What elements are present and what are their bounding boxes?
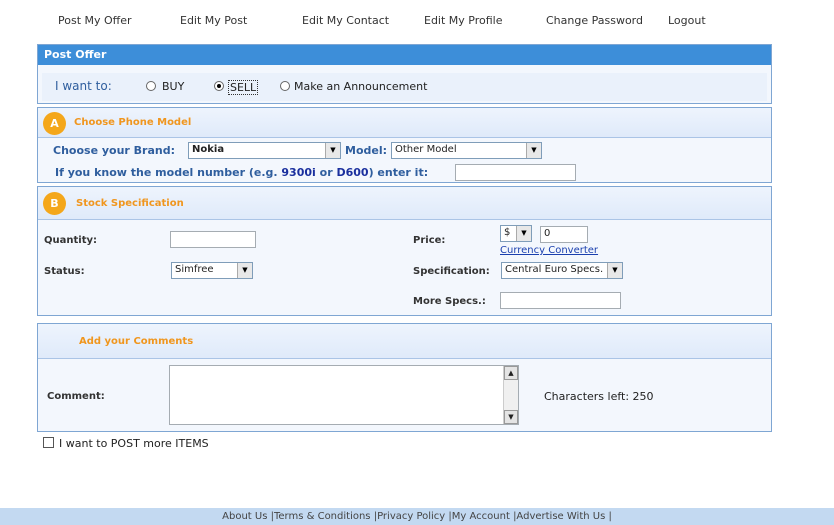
more-specs-label: More Specs.:	[413, 296, 486, 307]
post-more-label: I want to POST more ITEMS	[59, 437, 209, 450]
hint-prefix: If you know the model number (e.g.	[55, 166, 278, 179]
chevron-down-icon: ▼	[607, 263, 622, 278]
status-label: Status:	[44, 266, 85, 277]
comments-header: Add your Comments	[38, 324, 771, 359]
scroll-up-icon[interactable]: ▲	[504, 366, 518, 380]
brand-select-value: Nokia	[192, 144, 225, 155]
model-select-value: Other Model	[395, 144, 457, 155]
section-a-badge: A	[43, 112, 66, 135]
more-specs-input[interactable]	[500, 292, 621, 309]
nav-post-my-offer[interactable]: Post My Offer	[58, 14, 132, 27]
footer-privacy[interactable]: |Privacy Policy	[374, 511, 449, 522]
nav-logout[interactable]: Logout	[668, 14, 706, 27]
specification-select-value: Central Euro Specs.	[505, 264, 604, 275]
brand-select[interactable]: Nokia ▼	[188, 142, 341, 159]
hint-example-1: 9300i	[281, 166, 316, 179]
specification-select[interactable]: Central Euro Specs. ▼	[501, 262, 623, 279]
section-b-header: B Stock Specification	[38, 187, 771, 220]
section-b-title: Stock Specification	[76, 198, 184, 209]
section-a-header: A Choose Phone Model	[38, 108, 771, 138]
footer-separator: |	[608, 511, 612, 522]
scroll-down-icon[interactable]: ▼	[504, 410, 518, 424]
hint-suffix: ) enter it:	[368, 166, 429, 179]
chevron-down-icon: ▼	[526, 143, 541, 158]
radio-buy-label: BUY	[162, 80, 185, 93]
post-offer-panel: Post Offer I want to: BUY SELL Make an A…	[37, 44, 772, 104]
model-select[interactable]: Other Model ▼	[391, 142, 542, 159]
specification-label: Specification:	[413, 266, 490, 277]
chevron-down-icon: ▼	[516, 226, 531, 241]
nav-edit-my-profile[interactable]: Edit My Profile	[424, 14, 503, 27]
characters-left: Characters left: 250	[544, 390, 654, 403]
model-number-hint: If you know the model number (e.g. 9300i…	[55, 166, 428, 179]
radio-sell[interactable]	[214, 81, 224, 91]
brand-label: Choose your Brand:	[53, 144, 176, 157]
currency-select-value: $	[504, 227, 511, 238]
section-b-badge: B	[43, 192, 66, 215]
radio-announcement-label: Make an Announcement	[294, 80, 428, 93]
footer-about-us[interactable]: About Us	[222, 511, 270, 522]
chevron-down-icon: ▼	[237, 263, 252, 278]
price-input[interactable]: 0	[540, 226, 588, 243]
comments-title: Add your Comments	[79, 336, 194, 347]
hint-or: or	[319, 166, 333, 179]
footer: About Us |Terms & Conditions |Privacy Po…	[0, 508, 834, 525]
chevron-down-icon: ▼	[325, 143, 340, 158]
quantity-label: Quantity:	[44, 235, 97, 246]
radio-announcement[interactable]	[280, 81, 290, 91]
currency-converter-link[interactable]: Currency Converter	[500, 245, 598, 256]
nav-edit-my-contact[interactable]: Edit My Contact	[302, 14, 389, 27]
nav-change-password[interactable]: Change Password	[546, 14, 643, 27]
radio-sell-label: SELL	[228, 80, 259, 95]
status-select-value: Simfree	[175, 264, 214, 275]
currency-select[interactable]: $ ▼	[500, 225, 532, 242]
quantity-input[interactable]	[170, 231, 256, 248]
hint-example-2: D600	[336, 166, 369, 179]
stock-specification-panel: B Stock Specification Quantity: Status: …	[37, 186, 772, 316]
post-more-checkbox[interactable]	[43, 437, 54, 448]
footer-advertise[interactable]: |Advertise With Us	[513, 511, 608, 522]
comments-panel: Add your Comments Comment: ▲ ▼ Character…	[37, 323, 772, 432]
footer-terms[interactable]: |Terms & Conditions	[271, 511, 374, 522]
status-select[interactable]: Simfree ▼	[171, 262, 253, 279]
section-a-title: Choose Phone Model	[74, 117, 192, 128]
i-want-to-label: I want to:	[55, 79, 112, 93]
radio-buy[interactable]	[146, 81, 156, 91]
post-offer-title: Post Offer	[38, 45, 771, 65]
nav-edit-my-post[interactable]: Edit My Post	[180, 14, 247, 27]
offer-type-row: I want to: BUY SELL Make an Announcement	[42, 73, 767, 101]
model-label: Model:	[345, 144, 388, 157]
comment-textarea[interactable]: ▲ ▼	[169, 365, 519, 425]
price-label: Price:	[413, 235, 446, 246]
comment-label: Comment:	[47, 391, 105, 402]
choose-phone-model-panel: A Choose Phone Model Choose your Brand: …	[37, 107, 772, 183]
comment-scrollbar[interactable]: ▲ ▼	[503, 366, 518, 424]
footer-my-account[interactable]: |My Account	[448, 511, 513, 522]
model-number-input[interactable]	[455, 164, 576, 181]
